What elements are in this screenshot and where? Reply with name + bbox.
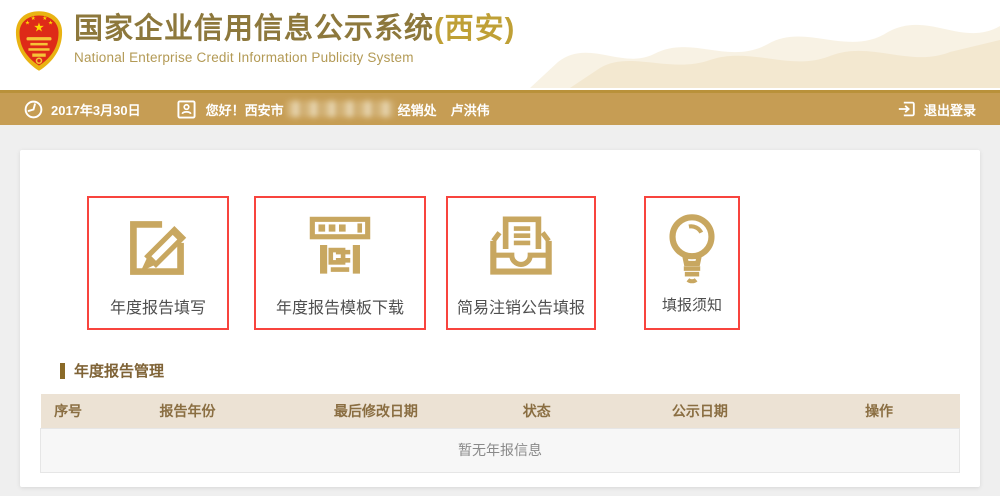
shortcut-label: 简易注销公告填报	[456, 300, 585, 317]
svg-text:★: ★	[42, 15, 47, 22]
clock-icon	[24, 100, 43, 118]
current-date: 2017年3月30日	[51, 102, 141, 118]
empty-row: 暂无年报信息	[40, 427, 960, 473]
info-bar: 2017年3月30日 您好！西安市 经销处 卢洪伟 退出登录	[0, 90, 1000, 125]
shortcut-template-download[interactable]: 年度报告模板下载	[254, 196, 426, 330]
svg-text:★: ★	[31, 15, 36, 22]
page-title-main: 国家企业信用信息公示系统	[74, 13, 435, 45]
column-header-status: 状态	[472, 394, 602, 428]
template-list-icon	[309, 216, 371, 274]
user-name: 卢洪伟	[450, 102, 490, 118]
logout-icon	[898, 101, 915, 117]
edit-square-icon	[130, 221, 187, 275]
lightbulb-icon	[669, 214, 715, 284]
column-header-index: 序号	[40, 394, 96, 428]
shortcut-annual-report-write[interactable]: 年度报告填写	[87, 196, 229, 330]
logout-button[interactable]: 退出登录	[897, 99, 976, 119]
svg-text:★: ★	[48, 20, 53, 27]
shortcut-label: 填报须知	[661, 297, 722, 314]
site-header: ★ ★ ★ ★ ★ 国家企业信用信息公示系统(西安) National Ente…	[0, 0, 1000, 90]
redacted-company-name	[286, 101, 395, 117]
report-section-header: 年度报告管理	[60, 360, 980, 381]
section-marker	[60, 362, 65, 379]
column-header-publicity-date: 公示日期	[601, 394, 799, 428]
greatwall-watermark-image	[530, 24, 1000, 88]
inbox-document-icon	[490, 216, 552, 275]
svg-text:★: ★	[25, 20, 30, 27]
column-header-report-year: 报告年份	[95, 394, 280, 428]
logout-label: 退出登录	[923, 102, 976, 118]
shortcut-label: 年度报告模板下载	[275, 300, 404, 317]
empty-message: 暂无年报信息	[40, 427, 960, 473]
greeting-prefix: 您好！西安市	[205, 102, 284, 118]
greeting-suffix: 经销处	[397, 102, 437, 118]
page-title-city: (西安)	[434, 13, 516, 45]
shortcut-filing-notice[interactable]: 填报须知	[644, 196, 740, 330]
page-subtitle: National Enterprise Credit Information P…	[74, 50, 414, 65]
main-content-card: 年度报告填写 年度报告模板下载 简易注销公告填报 填报须知 年度报告管理 序号 …	[20, 150, 980, 487]
annual-report-table: 序号 报告年份 最后修改日期 状态 公示日期 操作 暂无年报信息	[40, 394, 960, 473]
section-title: 年度报告管理	[74, 363, 165, 380]
shortcut-label: 年度报告填写	[109, 300, 206, 317]
national-emblem-logo: ★ ★ ★ ★ ★	[15, 11, 63, 71]
shortcut-row: 年度报告填写 年度报告模板下载 简易注销公告填报 填报须知	[20, 150, 980, 330]
svg-text:★: ★	[33, 20, 44, 34]
shortcut-simple-cancellation[interactable]: 简易注销公告填报	[446, 196, 596, 330]
user-greeting: 您好！西安市 经销处 卢洪伟	[177, 99, 490, 119]
column-header-last-modified: 最后修改日期	[279, 394, 473, 428]
brand: ★ ★ ★ ★ ★ 国家企业信用信息公示系统(西安) National Ente…	[14, 7, 515, 73]
column-header-operation: 操作	[798, 394, 960, 428]
date-display: 2017年3月30日	[24, 100, 141, 119]
table-header-row: 序号 报告年份 最后修改日期 状态 公示日期 操作	[40, 394, 960, 428]
page-title: 国家企业信用信息公示系统(西安)	[74, 11, 515, 47]
id-card-icon	[177, 99, 196, 119]
